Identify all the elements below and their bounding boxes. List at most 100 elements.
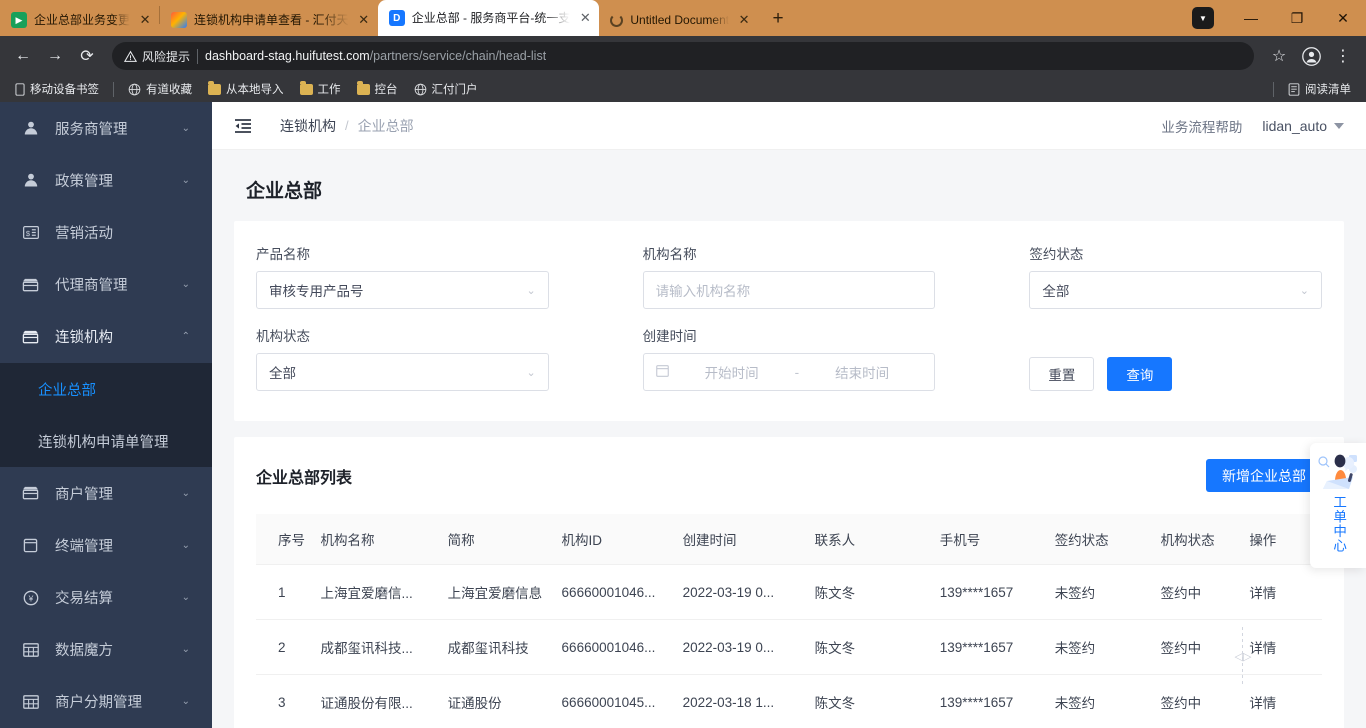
application-body: 服务商管理 ⌄ 政策管理 ⌄ $ 营销活动 代理商管理 ⌄ 连锁机构 ⌃ 企业总… — [0, 102, 1366, 728]
bookmarks-bar-right: 阅读清单 — [1268, 79, 1358, 99]
cell-sign-status: 未签约 — [1054, 564, 1161, 620]
cell-short-name: 上海宜爱磨信息 — [447, 564, 562, 620]
org-status-value: 全部 — [269, 366, 296, 381]
reload-icon[interactable]: ⟳ — [72, 41, 102, 71]
sidebar-item-policy[interactable]: 政策管理 ⌄ — [0, 154, 212, 206]
bookmark-work[interactable]: 工作 — [293, 79, 348, 99]
table-row[interactable]: 2 成都玺讯科技... 成都玺讯科技 66660001046... 2022-0… — [256, 619, 1322, 675]
col-contact: 联系人 — [814, 514, 940, 565]
sidebar-item-installment[interactable]: 商户分期管理 ⌄ — [0, 676, 212, 728]
tab-title: Untitled Document — [630, 13, 730, 27]
sidebar-item-label: 营销活动 — [55, 226, 113, 242]
tab-title: 企业总部 - 服务商平台-统一支 — [411, 11, 571, 25]
security-warning[interactable]: 风险提示 — [124, 48, 190, 65]
user-icon — [22, 120, 39, 137]
sidebar-item-settlement[interactable]: ¥ 交易结算 ⌄ — [0, 571, 212, 623]
sidebar-item-terminal[interactable]: 终端管理 ⌄ — [0, 519, 212, 571]
minimize-button[interactable]: — — [1228, 2, 1274, 34]
col-org-status: 机构状态 — [1160, 514, 1250, 565]
col-create-time: 创建时间 — [682, 514, 815, 565]
browser-menu-icon[interactable]: ⋮ — [1328, 41, 1358, 71]
work-order-center-label: 工单中心 — [1331, 495, 1347, 553]
back-icon[interactable]: ← — [8, 41, 38, 71]
service-agent-icon — [1318, 454, 1357, 489]
bookmark-label: 移动设备书签 — [30, 84, 99, 96]
forward-icon[interactable]: → — [40, 41, 70, 71]
org-name-input[interactable]: 请输入机构名称 — [642, 271, 936, 309]
bookmark-console[interactable]: 控台 — [350, 79, 405, 99]
sidebar-item-service-provider[interactable]: 服务商管理 ⌄ — [0, 102, 212, 154]
tab-close-icon[interactable]: ✕ — [736, 12, 752, 28]
reading-list-button[interactable]: 阅读清单 — [1281, 79, 1358, 99]
query-button[interactable]: 查询 — [1107, 357, 1173, 391]
breadcrumb-parent[interactable]: 连锁机构 — [280, 116, 336, 136]
filter-actions: 重置 查询 — [1029, 325, 1322, 405]
bookmark-import[interactable]: 从本地导入 — [201, 79, 291, 99]
cell-index: 2 — [256, 619, 321, 675]
col-short-name: 简称 — [447, 514, 562, 565]
table-row[interactable]: 1 上海宜爱磨信... 上海宜爱磨信息 66660001046... 2022-… — [256, 564, 1322, 620]
org-status-select[interactable]: 全部 ⌄ — [256, 353, 549, 391]
avatar-icon[interactable] — [1296, 41, 1326, 71]
sidebar-item-chain-application[interactable]: 连锁机构申请单管理 — [0, 415, 212, 467]
cell-org-name: 证通股份有限... — [320, 674, 448, 728]
bookmark-youdao[interactable]: 有道收藏 — [121, 79, 199, 99]
cell-action-detail[interactable]: 详情 — [1249, 674, 1322, 728]
sidebar-item-label: 终端管理 — [55, 538, 113, 555]
sidebar-item-chain-org[interactable]: 连锁机构 ⌃ — [0, 311, 212, 363]
sidebar-item-enterprise-hq[interactable]: 企业总部 — [0, 363, 212, 415]
tab-close-icon[interactable]: ✕ — [577, 10, 593, 26]
chevron-down-icon: ⌄ — [181, 174, 190, 186]
sidebar-item-merchant[interactable]: 商户管理 ⌄ — [0, 467, 212, 519]
browser-tab-1[interactable]: ▶ 企业总部业务变更 ✕ — [0, 4, 159, 36]
cell-org-id: 66660001045... — [561, 674, 683, 728]
tab-close-icon[interactable]: ✕ — [137, 12, 153, 28]
tab-close-icon[interactable]: ✕ — [356, 12, 372, 28]
collapse-menu-icon[interactable] — [234, 118, 252, 134]
cell-action-detail[interactable]: 详情 — [1249, 564, 1322, 620]
product-name-select[interactable]: 审核专用产品号 ⌄ — [256, 271, 549, 309]
table-row[interactable]: 3 证通股份有限... 证通股份 66660001045... 2022-03-… — [256, 674, 1322, 728]
profile-chip-icon[interactable]: ▼ — [1192, 7, 1214, 29]
add-enterprise-hq-button[interactable]: 新增企业总部 — [1206, 459, 1322, 492]
field-org-status: 机构状态 全部 ⌄ — [256, 325, 549, 405]
address-bar[interactable]: 风险提示 dashboard-stag.huifutest.com/partne… — [112, 42, 1254, 70]
browser-tab-3-active[interactable]: D 企业总部 - 服务商平台-统一支 ✕ — [377, 0, 600, 36]
bookmark-star-icon[interactable]: ☆ — [1264, 41, 1294, 71]
warning-label: 风险提示 — [142, 49, 191, 64]
sign-status-select[interactable]: 全部 ⌄ — [1029, 271, 1322, 309]
work-order-center-widget[interactable]: 工单中心 — [1310, 443, 1366, 568]
chevron-down-icon: ⌄ — [181, 696, 190, 708]
chevron-down-icon: ⌄ — [181, 644, 190, 656]
field-create-time: 创建时间 开始时间 - 结束时间 — [642, 325, 936, 405]
folder-icon — [356, 81, 370, 95]
bookmark-portal[interactable]: 汇付门户 — [407, 79, 485, 99]
bookmark-mobile[interactable]: 移动设备书签 — [8, 79, 106, 99]
reset-button[interactable]: 重置 — [1029, 357, 1095, 391]
product-name-value: 审核专用产品号 — [269, 284, 364, 299]
sidebar-item-agent[interactable]: 代理商管理 ⌄ — [0, 259, 212, 311]
sidebar-item-data-cube[interactable]: 数据魔方 ⌄ — [0, 624, 212, 676]
column-resize-handle[interactable]: ◁▷ — [1230, 627, 1256, 685]
breadcrumb-current: 企业总部 — [357, 117, 414, 134]
reading-list-label: 阅读清单 — [1305, 84, 1351, 96]
end-date-placeholder: 结束时间 — [835, 366, 890, 381]
cell-phone: 139****1657 — [939, 619, 1055, 675]
spinner-icon — [610, 13, 624, 27]
maximize-button[interactable]: ❐ — [1274, 2, 1320, 34]
sidebar-item-marketing[interactable]: $ 营销活动 — [0, 206, 212, 258]
bookmarks-bar: 移动设备书签 有道收藏 从本地导入 工作 控台 汇付门户 阅读清单 — [0, 76, 1366, 102]
browser-tab-2[interactable]: 连锁机构申请单查看 - 汇付天 ✕ — [160, 4, 378, 36]
cell-action-detail[interactable]: 详情 — [1249, 619, 1322, 675]
close-window-button[interactable]: ✕ — [1320, 2, 1366, 34]
new-tab-button[interactable]: + — [764, 5, 792, 33]
url-host: dashboard-stag.huifutest.com — [205, 49, 370, 63]
create-time-range-picker[interactable]: 开始时间 - 结束时间 — [642, 353, 936, 391]
col-index: 序号 — [256, 514, 321, 565]
date-range-separator: - — [794, 364, 800, 380]
browser-tab-4[interactable]: Untitled Document ✕ — [599, 4, 758, 36]
list-card: 企业总部列表 新增企业总部 序号 机构名称 简称 机构ID 创建时间 联系人 手… — [234, 437, 1366, 728]
business-help-link[interactable]: 业务流程帮助 — [1161, 116, 1242, 136]
col-org-name: 机构名称 — [320, 514, 448, 565]
user-menu[interactable]: lidan_auto — [1262, 118, 1344, 134]
